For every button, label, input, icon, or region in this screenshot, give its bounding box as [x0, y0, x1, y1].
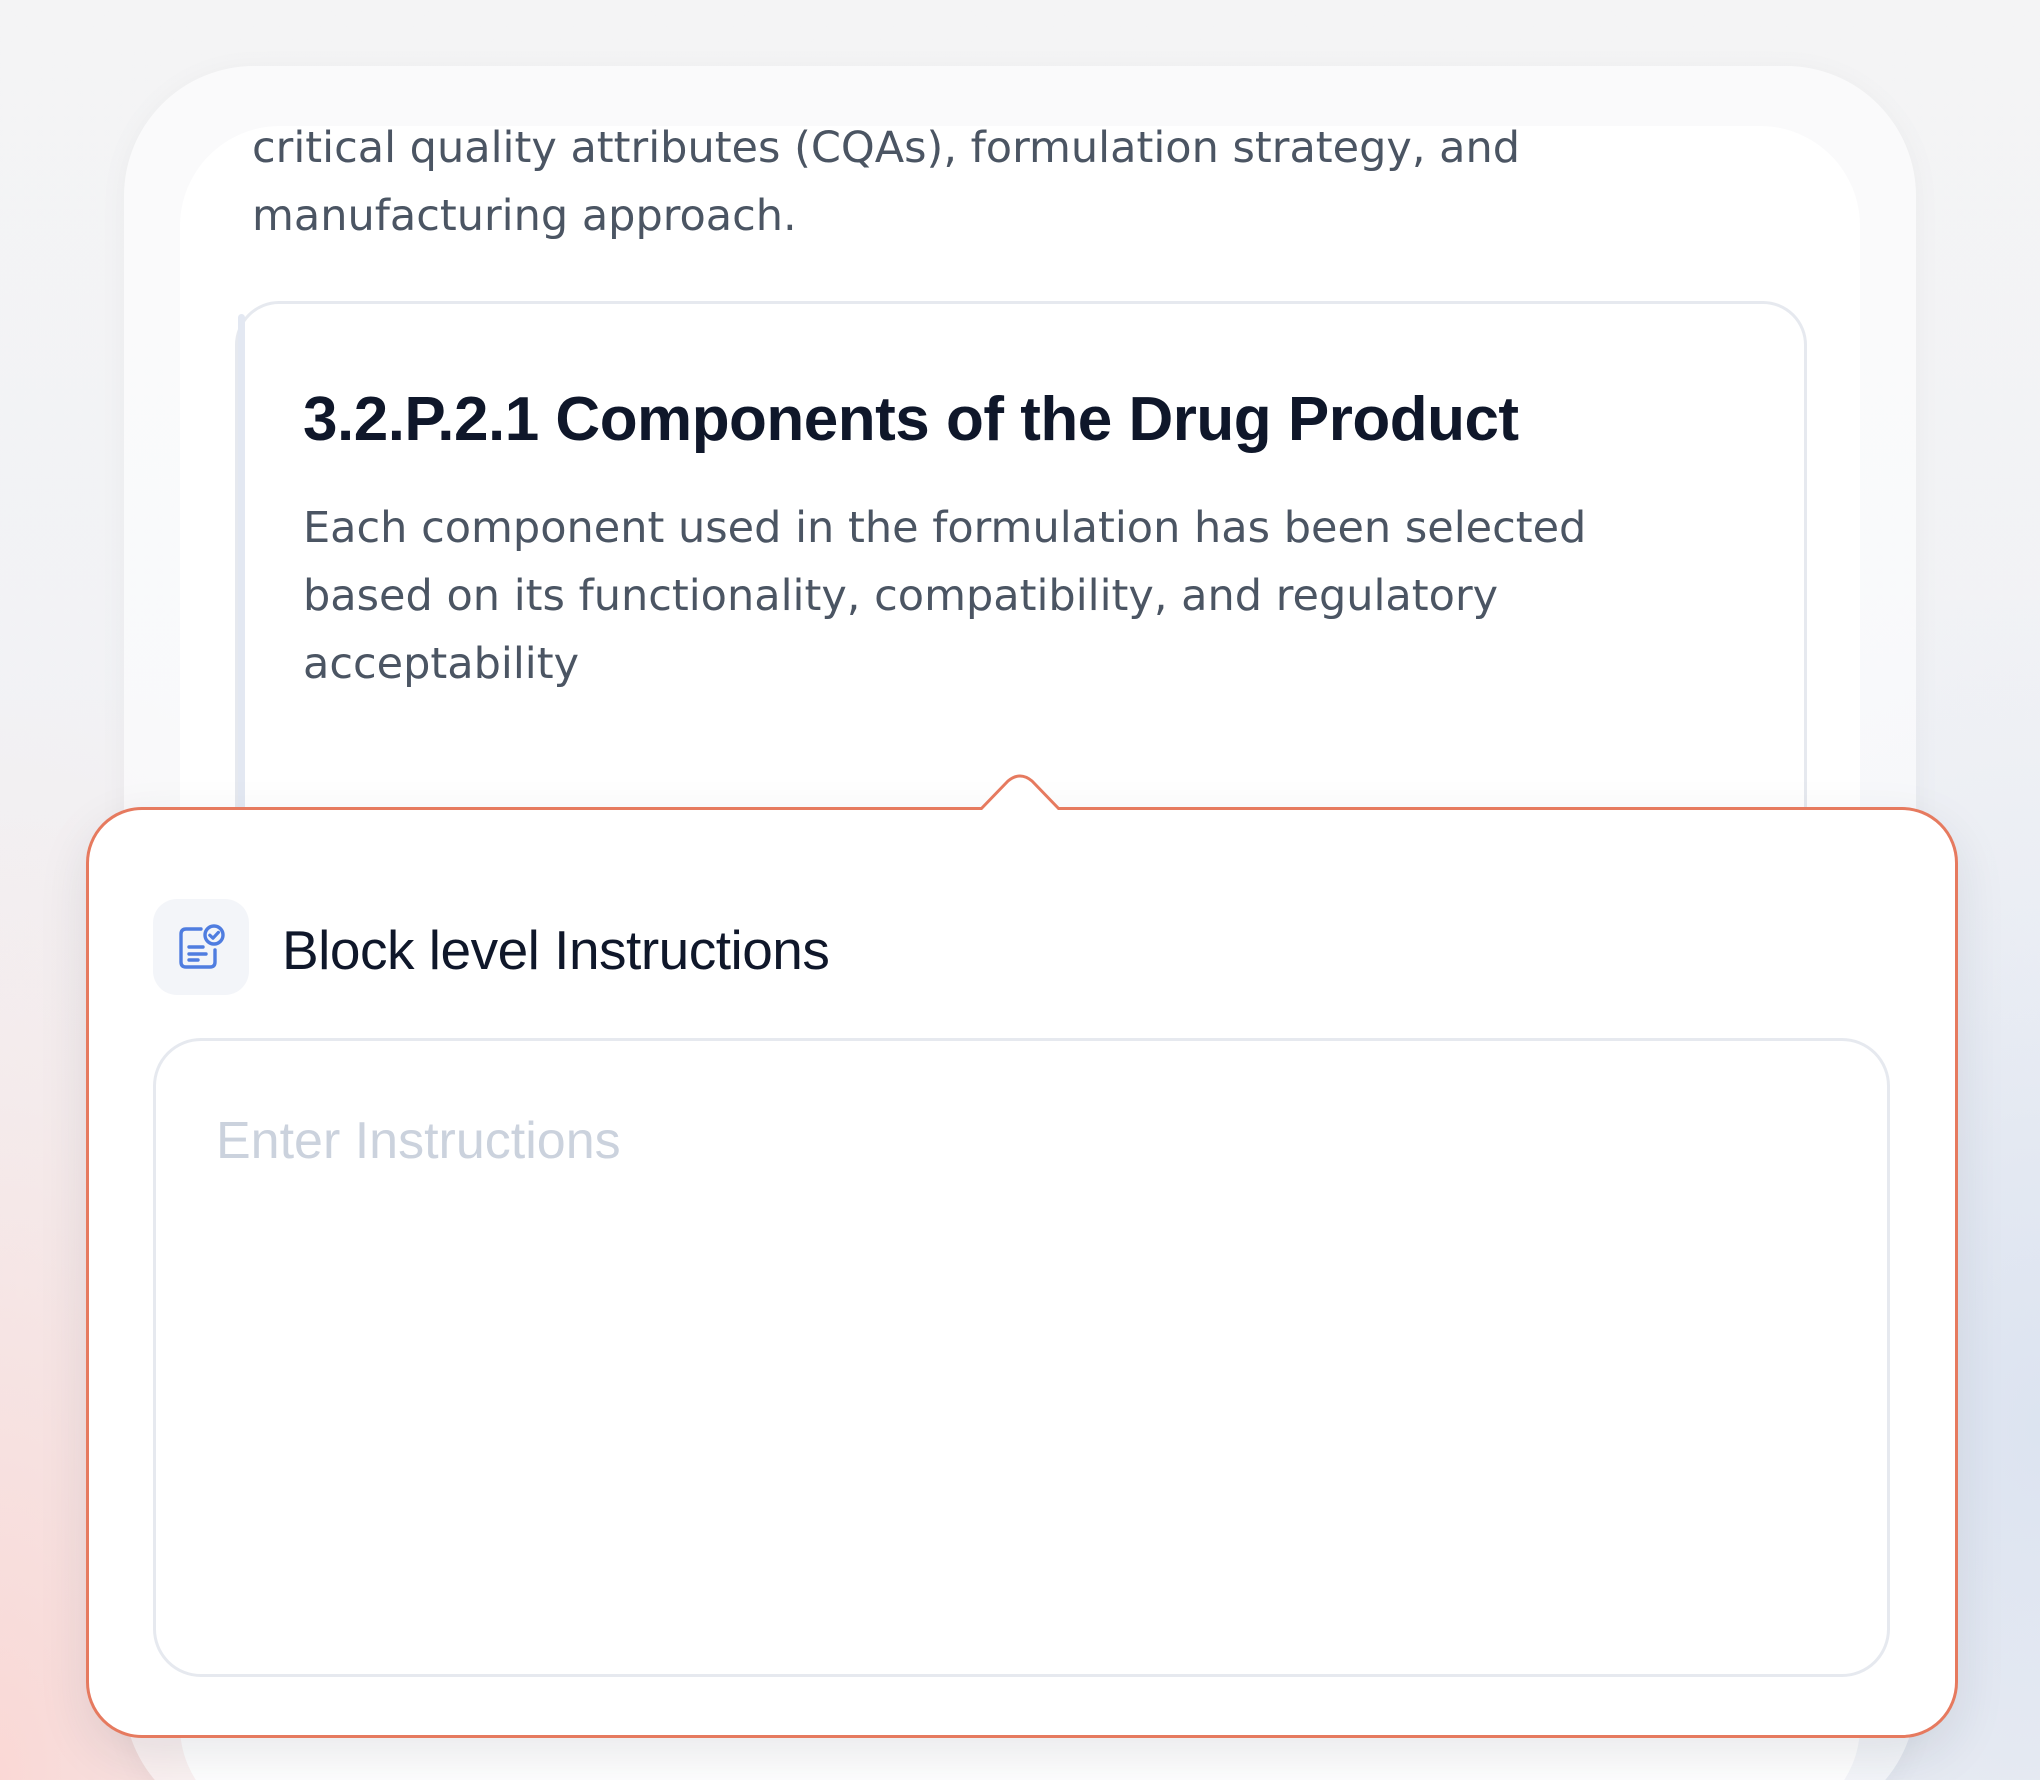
intro-line-1: critical quality attributes (CQAs), form… [252, 126, 1521, 173]
intro-line-2: manufacturing approach. [252, 191, 797, 241]
clipboard-check-icon [153, 899, 249, 995]
intro-paragraph: critical quality attributes (CQAs), form… [252, 126, 1652, 250]
popover-arrow [980, 774, 1060, 813]
popover-title: Block level Instructions [282, 919, 830, 981]
block-instructions-popover: Block level Instructions [86, 807, 1958, 1738]
section-body: Each component used in the formulation h… [303, 503, 1587, 689]
instructions-input[interactable] [153, 1038, 1890, 1677]
section-title: 3.2.P.2.1 Components of the Drug Product [303, 385, 1519, 454]
